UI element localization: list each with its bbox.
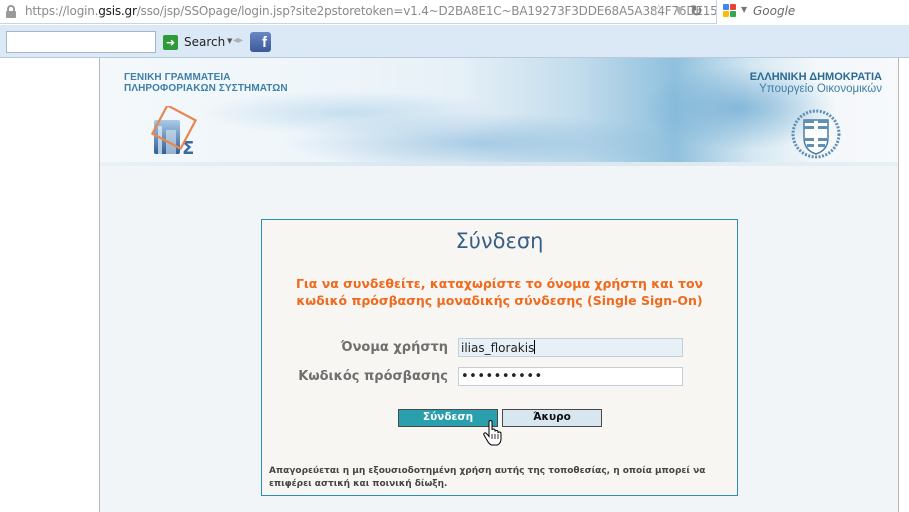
url-text[interactable]: https://login.gsis.gr/sso/jsp/SSOpage/lo…	[25, 4, 725, 18]
username-label: Όνομα χρήστη	[340, 340, 448, 355]
coat-of-arms-icon	[791, 109, 841, 159]
username-value: ilias_florakis	[461, 341, 535, 355]
lock-icon	[6, 5, 16, 18]
url-dropdown-icon[interactable]: ▼	[675, 4, 683, 17]
toolbar-separator-handle[interactable]: ◂▸	[233, 35, 243, 46]
toolbar-search-button[interactable]: Search	[184, 35, 225, 49]
go-arrow-icon[interactable]: ➜	[163, 35, 178, 50]
facebook-icon[interactable]: f	[250, 32, 271, 52]
text-caret	[534, 340, 536, 354]
org-left-text: ΓΕΝΙΚΗ ΓΡΑΜΜΑΤΕΙΑ ΠΛΗΡΟΦΟΡΙΑΚΩΝ ΣΥΣΤΗΜΑΤ…	[124, 72, 288, 94]
toolbar-search-dropdown-icon[interactable]: ▼	[227, 37, 232, 45]
search-engine-placeholder: Google	[753, 4, 796, 18]
legal-disclaimer: Απαγορεύεται η μη εξουσιοδοτημένη χρήση …	[269, 466, 706, 489]
login-form: Σύνδεση Για να συνδεθείτε, καταχωρίστε τ…	[261, 219, 738, 496]
org-right-line2: Υπουργείο Οικονομικών	[759, 83, 882, 95]
header-banner: ΓΕΝΙΚΗ ΓΡΑΜΜΑΤΕΙΑ ΠΛΗΡΟΦΟΡΙΑΚΩΝ ΣΥΣΤΗΜΑΤ…	[100, 58, 898, 166]
login-instructions: Για να συνδεθείτε, καταχωρίστε το όνομα …	[262, 275, 737, 309]
password-input[interactable]: ••••••••••	[458, 367, 683, 386]
google-icon[interactable]	[723, 4, 737, 19]
hand-cursor-icon	[483, 420, 502, 446]
org-left-line2: ΠΛΗΡΟΦΟΡΙΑΚΩΝ ΣΥΣΤΗΜΑΤΩΝ	[124, 83, 288, 94]
password-label: Κωδικός πρόσβασης	[298, 369, 448, 384]
url-domain: gsis.gr	[98, 4, 137, 18]
search-engine-box[interactable]: ▼ Google	[716, 0, 909, 24]
org-right-line1: ΕΛΛΗΝΙΚΗ ΔΗΜΟΚΡΑΤΙΑ	[749, 71, 882, 83]
url-path: /sso/jsp/SSOpage/login.jsp?site2pstoreto…	[136, 4, 726, 18]
address-bar[interactable]: https://login.gsis.gr/sso/jsp/SSOpage/lo…	[0, 0, 909, 24]
org-right-text: ΕΛΛΗΝΙΚΗ ΔΗΜΟΚΡΑΤΙΑ Υπουργείο Οικονομικώ…	[750, 71, 882, 95]
engine-dropdown-icon[interactable]: ▼	[741, 5, 747, 14]
reload-icon[interactable]: ↻	[690, 2, 703, 20]
gsis-logo-icon: Σ	[150, 106, 198, 158]
instructions-line2: κωδικό πρόσβασης μοναδικής σύνδεσης (Sin…	[296, 293, 703, 308]
toolbar: ➜ Search ▼ ◂▸ f	[0, 25, 909, 58]
username-input[interactable]: ilias_florakis	[458, 338, 683, 357]
cancel-button[interactable]: Άκυρο	[502, 409, 602, 427]
bookmark-star-icon[interactable]: ☆	[651, 1, 666, 21]
banner-bottom-strip	[100, 162, 898, 166]
login-title: Σύνδεση	[455, 229, 544, 253]
url-prefix: https://login.	[25, 4, 99, 18]
page-content: ΓΕΝΙΚΗ ΓΡΑΜΜΑΤΕΙΑ ΠΛΗΡΟΦΟΡΙΑΚΩΝ ΣΥΣΤΗΜΑΤ…	[99, 58, 899, 512]
org-left-line1: ΓΕΝΙΚΗ ΓΡΑΜΜΑΤΕΙΑ	[124, 72, 231, 83]
instructions-line1: Για να συνδεθείτε, καταχωρίστε το όνομα …	[295, 276, 704, 291]
toolbar-search-input[interactable]	[6, 31, 156, 53]
